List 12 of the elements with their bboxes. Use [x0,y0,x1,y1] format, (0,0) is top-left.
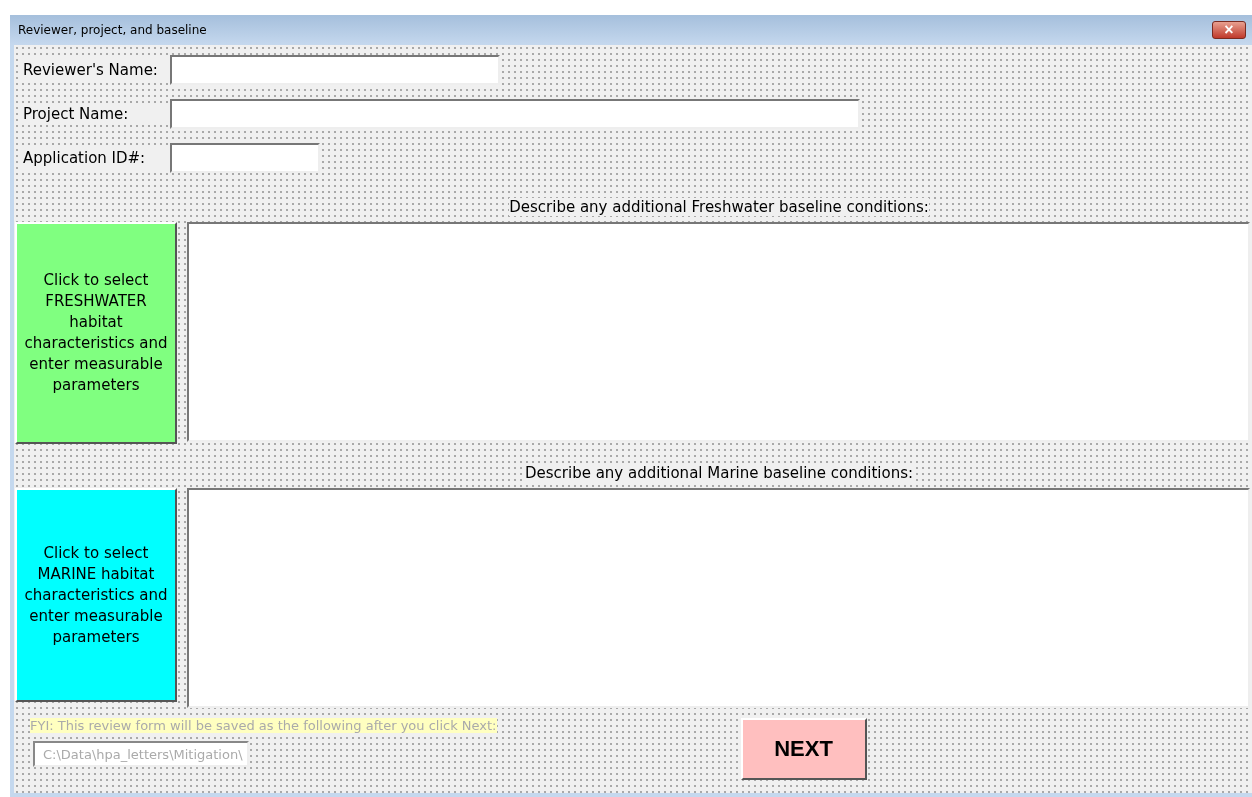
window-title: Reviewer, project, and baseline [18,23,207,37]
section-heading: Describe any additional Freshwater baseline conditions: [509,198,929,216]
section-heading: Describe any additional Marine baseline conditions: [524,464,914,482]
next-button[interactable]: NEXT [740,718,867,780]
input-field[interactable] [170,55,500,85]
field-label: Reviewer's Name: [22,59,170,81]
habitat-button[interactable]: Click to select FRESHWATER habitat characteristics and enter measurable parameters [15,222,177,444]
input-field[interactable] [170,99,860,129]
field-label: Application ID#: [22,147,170,169]
input-field[interactable] [170,143,320,173]
save-note: FYI: This review form will be saved as the following after you click Next: [30,718,497,733]
habitat-button[interactable]: Click to select MARINE habitat characteristics and enter measurable parameters [15,488,177,702]
